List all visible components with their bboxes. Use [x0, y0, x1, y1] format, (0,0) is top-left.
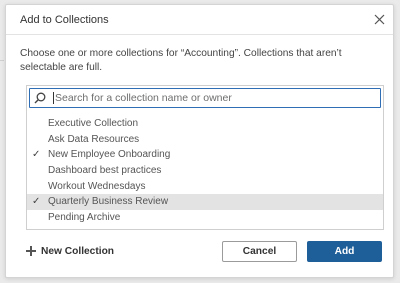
plus-icon: [26, 246, 36, 256]
text-caret: [53, 92, 54, 104]
checkmark-icon: ✓: [32, 196, 41, 208]
collection-item[interactable]: Workout Wednesdays: [27, 178, 383, 194]
close-button[interactable]: [371, 11, 387, 27]
background-divider: [0, 60, 4, 61]
new-collection-button[interactable]: New Collection: [26, 244, 114, 258]
collections-listbox: Executive Collection Ask Data Resources ✓ N…: [26, 85, 384, 230]
add-to-collections-dialog: Add to Collections Choose one or more co…: [5, 4, 394, 278]
add-button[interactable]: Add: [307, 241, 382, 262]
dialog-title: Add to Collections: [20, 14, 109, 26]
collection-item[interactable]: ✓ Quarterly Business Review: [27, 193, 383, 210]
new-collection-label: New Collection: [41, 245, 115, 257]
collection-item-label: Quarterly Business Review: [48, 196, 169, 208]
collection-item-label: Ask Data Resources: [48, 133, 140, 145]
cancel-button[interactable]: Cancel: [222, 241, 297, 262]
dialog-header: Add to Collections: [6, 5, 393, 35]
collection-item-label: Pending Archive: [48, 211, 121, 223]
collection-item[interactable]: Pending Archive: [27, 210, 383, 226]
close-icon: [374, 14, 384, 24]
collection-item-label: Executive Collection: [48, 118, 139, 130]
search-icon: [34, 89, 50, 107]
collections-list: Executive Collection Ask Data Resources ✓ N…: [27, 116, 383, 225]
search-input[interactable]: [55, 90, 365, 106]
checkmark-icon: ✓: [32, 149, 41, 161]
collection-item-label: Workout Wednesdays: [48, 180, 146, 192]
collection-item[interactable]: Executive Collection: [27, 116, 383, 132]
collection-item[interactable]: Ask Data Resources: [27, 132, 383, 148]
search-field[interactable]: [29, 88, 381, 108]
collection-item-label: Dashboard best practices: [48, 165, 162, 177]
collection-item-label: New Employee Onboarding: [48, 149, 171, 161]
collection-item[interactable]: Dashboard best practices: [27, 163, 383, 179]
collection-item[interactable]: ✓ New Employee Onboarding: [27, 147, 383, 163]
dialog-description: Choose one or more collections for “Acco…: [20, 48, 342, 73]
